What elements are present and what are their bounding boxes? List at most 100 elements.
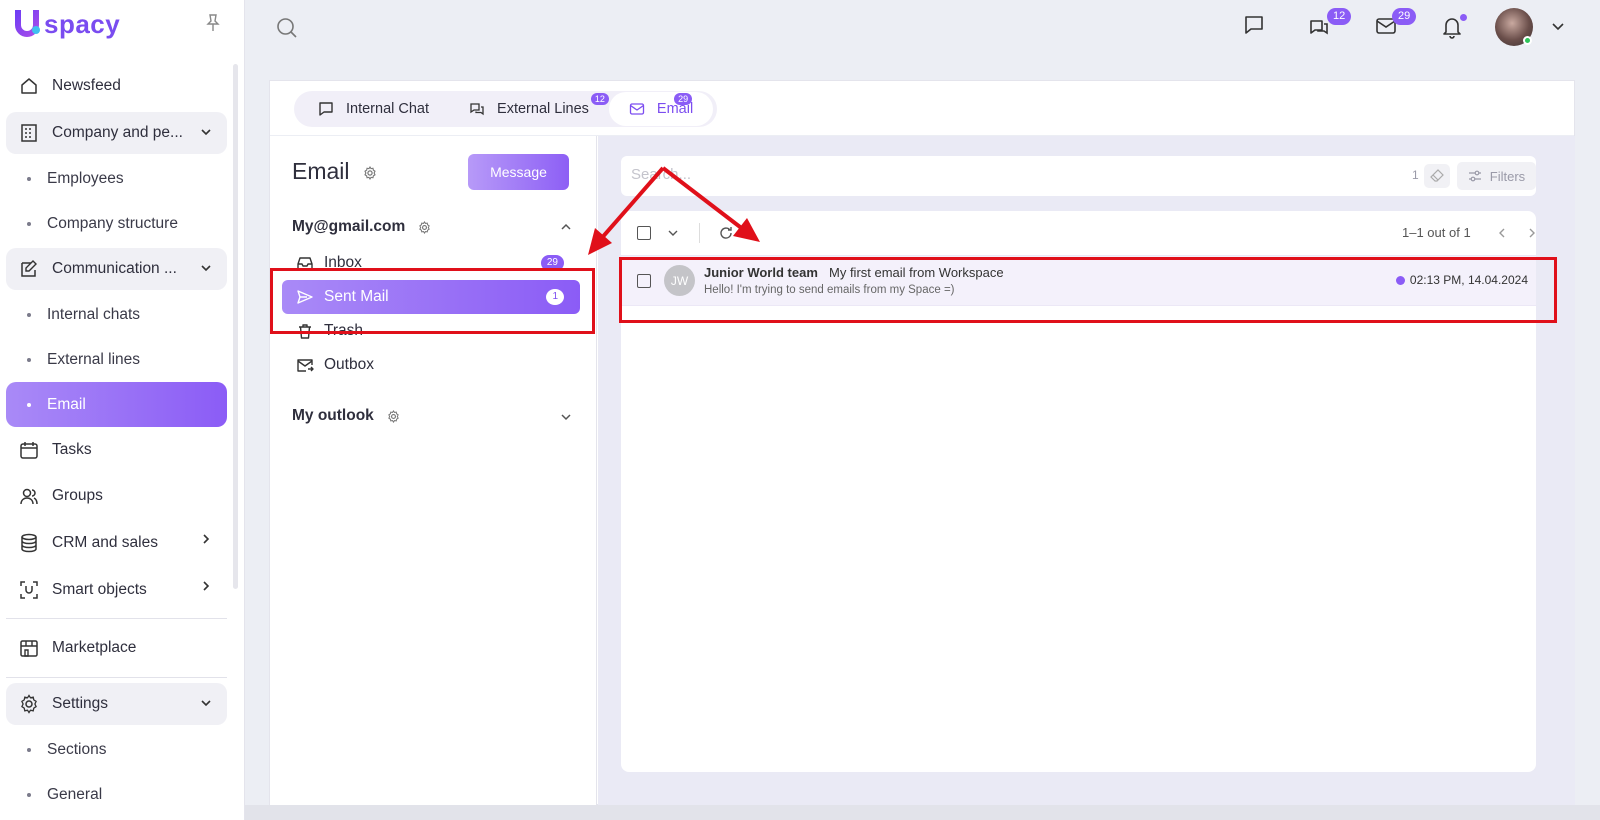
select-all-checkbox[interactable] [637,226,651,240]
search-bar: 1 Filters [621,156,1536,196]
tab-external-lines[interactable]: External Lines 12 [449,92,609,126]
chevron-left-icon[interactable] [1497,227,1507,239]
sidebar-item-sections[interactable]: Sections [6,727,227,772]
sidebar-item-label: Groups [52,487,103,504]
sidebar-item-label: General [47,785,103,803]
messages-badge: 12 [1327,8,1352,25]
folder-label: Outbox [324,356,374,373]
chevron-up-icon[interactable] [560,222,572,232]
search-input[interactable] [631,166,1331,183]
messages-icon [470,103,484,116]
logo-text: spacy [44,8,121,39]
folder-label: Inbox [324,254,362,271]
sidebar-item-label: Sections [47,740,107,758]
chevron-down-icon[interactable] [667,228,679,238]
tab-badge: 12 [590,93,609,105]
email-row[interactable]: JW Junior World team My first email from… [621,255,1536,306]
scan-icon [20,580,38,599]
sidebar-item-internal-chats[interactable]: Internal chats [6,292,227,337]
gear-icon [21,694,37,714]
sidebar-item-label: Smart objects [52,580,147,598]
logo-icon [15,10,40,37]
sidebar-item-label: Settings [52,695,109,712]
folder-inbox[interactable]: Inbox 29 [282,246,580,280]
email-panel-title: Email [292,158,350,184]
bullet-icon [27,221,31,226]
email-time-text: 02:13 PM, 14.04.2024 [1409,273,1528,287]
new-message-button[interactable]: Message [468,154,569,190]
sidebar-divider [6,618,227,619]
tab-badge: 29 [674,93,693,105]
users-icon [20,488,38,505]
sidebar-item-employees[interactable]: Employees [6,156,227,201]
calendar-icon [20,442,38,459]
sidebar-item-label: Company and pe... [52,124,183,141]
chevron-right-icon[interactable] [1527,227,1537,239]
folder-outbox[interactable]: Outbox [282,348,580,382]
search-count: 1 [1412,168,1419,182]
tab-label: External Lines [497,101,589,117]
mail-icon [629,103,645,115]
database-icon [21,533,37,552]
clear-search-button[interactable] [1424,164,1450,188]
sidebar-divider [6,677,227,678]
email-sender: Junior World team [704,265,818,280]
bullet-icon [27,176,31,181]
sidebar-item-settings[interactable]: Settings [6,683,227,725]
bullet-icon [27,402,31,407]
gear-icon[interactable] [387,410,400,423]
sidebar-item-company[interactable]: Company and pe... [6,112,227,154]
top-bar: 12 29 [245,0,1600,56]
communication-tabs: Internal Chat External Lines 12 Email 29 [294,91,718,127]
account-gmail-label[interactable]: My@gmail.com [292,218,405,236]
bullet-icon [27,792,31,797]
sidebar-scrollbar[interactable] [233,64,238,589]
pin-icon[interactable] [206,14,220,32]
row-checkbox[interactable] [637,274,651,288]
gear-icon[interactable] [363,166,377,180]
account-outlook-label[interactable]: My outlook [292,407,374,425]
user-avatar[interactable] [1495,8,1533,46]
chevron-right-icon [203,534,210,544]
email-list-area: 1 Filters 1–1 out of 1 JW Junior World t… [598,136,1575,805]
bullet-icon [27,312,31,317]
sidebar: spacy Newsfeed Company and pe... Employe… [0,0,245,820]
chevron-down-icon[interactable] [560,412,572,422]
sliders-icon [1468,170,1481,182]
folder-count: 29 [540,255,564,271]
bottom-scrollbar[interactable] [245,805,1600,820]
chevron-down-icon[interactable] [1551,21,1565,33]
eraser-icon [1430,169,1444,182]
gear-icon[interactable] [418,221,431,234]
email-folder-panel: Email Message My@gmail.com Inbox 29 Sent… [270,136,597,805]
chat-icon[interactable] [1243,14,1265,36]
tab-label: Internal Chat [346,101,430,117]
sender-avatar: JW [664,265,695,296]
sidebar-item-label: Employees [47,169,124,187]
sidebar-item-email[interactable]: Email [6,382,227,427]
sidebar-item-communication[interactable]: Communication ... [6,248,227,290]
mail-badge: 29 [1392,8,1417,25]
folder-sent-mail[interactable]: Sent Mail 1 [282,280,580,314]
sidebar-item-tasks[interactable]: Tasks [6,427,227,473]
refresh-icon[interactable] [719,226,733,240]
sidebar-item-general[interactable]: General [6,772,227,817]
tab-internal-chat[interactable]: Internal Chat [298,92,449,126]
sidebar-item-smart-objects[interactable]: Smart objects [6,566,227,613]
sidebar-item-company-structure[interactable]: Company structure [6,201,227,246]
filters-button[interactable]: Filters [1457,162,1536,190]
email-list: 1–1 out of 1 JW Junior World team My fir… [621,211,1536,772]
folder-trash[interactable]: Trash [282,314,580,348]
sidebar-item-groups[interactable]: Groups [6,473,227,519]
sidebar-item-external-lines[interactable]: External lines [6,337,227,382]
sidebar-item-marketplace[interactable]: Marketplace [6,624,227,672]
sidebar-item-crm[interactable]: CRM and sales [6,519,227,566]
unread-dot [1395,275,1405,285]
search-icon[interactable] [276,17,298,39]
app-logo[interactable]: spacy [12,8,120,40]
tab-email[interactable]: Email 29 [608,92,714,126]
chevron-down-icon [201,129,211,136]
sidebar-item-label: CRM and sales [52,533,158,551]
home-icon [21,78,37,94]
sidebar-item-newsfeed[interactable]: Newsfeed [6,65,227,107]
